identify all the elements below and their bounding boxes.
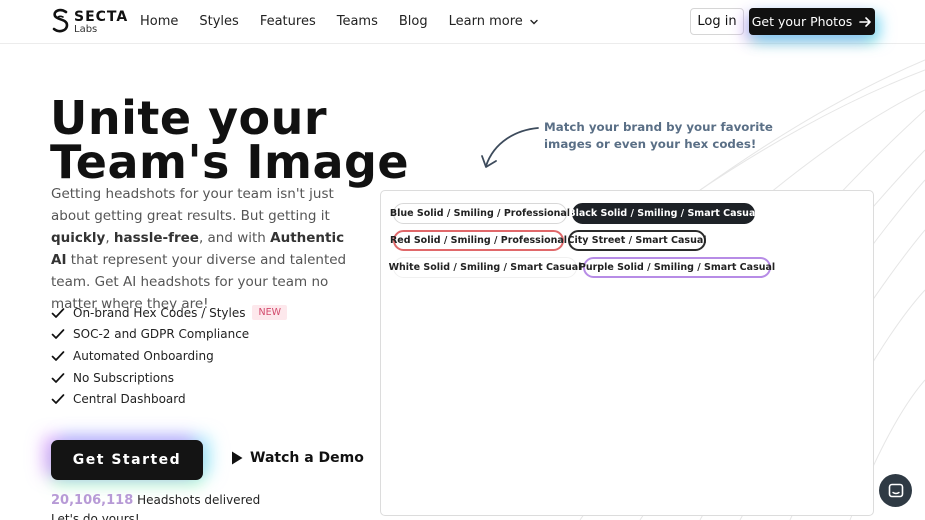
learn-more-label: Learn more <box>448 14 523 29</box>
chat-icon <box>888 483 903 497</box>
nav-item-learn-more[interactable]: Learn more <box>449 14 539 29</box>
feature-item: Central Dashboard <box>51 388 287 410</box>
feature-label: On-brand Hex Codes / Styles <box>73 305 246 320</box>
hero-desc-bold-quickly: quickly <box>51 230 106 246</box>
brand-name: SECTA <box>74 9 129 25</box>
get-your-photos-button[interactable]: Get your Photos <box>749 8 875 35</box>
check-icon <box>51 372 65 383</box>
style-tag-black-solid[interactable]: Black Solid / Smiling / Smart Casual <box>568 203 759 224</box>
new-badge: NEW <box>252 305 287 321</box>
check-icon <box>51 329 65 340</box>
check-icon <box>51 351 65 361</box>
feature-label: SOC-2 and GDPR Compliance <box>73 327 250 342</box>
nav-item-styles[interactable]: Styles <box>199 14 238 29</box>
feature-label: No Subscriptions <box>73 370 174 385</box>
style-tags-panel: Blue Solid / Smiling / Professional Blac… <box>380 190 874 516</box>
feature-item: On-brand Hex Codes / Styles NEW <box>51 302 287 324</box>
brand-sub: Labs <box>74 24 98 35</box>
hero-desc-text-3: , and with <box>198 230 271 246</box>
feature-list: On-brand Hex Codes / Styles NEW SOC-2 an… <box>51 302 287 410</box>
feature-label: Automated Onboarding <box>73 348 214 363</box>
hero-desc-text-1: Getting headshots for your team isn't ju… <box>51 186 334 224</box>
top-navigation-bar: SECTA Labs Home Styles Features Teams Bl… <box>0 0 925 44</box>
play-icon <box>232 451 243 465</box>
nav-item-home[interactable]: Home <box>140 14 178 29</box>
style-tag-white-solid[interactable]: White Solid / Smiling / Smart Casual <box>389 257 581 278</box>
get-started-button[interactable]: Get Started <box>51 440 203 480</box>
style-tag-blue-solid[interactable]: Blue Solid / Smiling / Professional <box>390 203 570 224</box>
nav-item-teams[interactable]: Teams <box>337 14 378 29</box>
watch-demo-label: Watch a Demo <box>250 450 364 466</box>
watch-demo-link[interactable]: Watch a Demo <box>230 450 364 466</box>
style-tag-city-street[interactable]: City Street / Smart Casual <box>568 230 707 251</box>
check-icon <box>51 394 65 405</box>
login-button[interactable]: Log in <box>690 8 744 35</box>
check-icon <box>51 307 65 318</box>
headshots-delivered-stat: 20,106,118 Headshots delivered <box>51 493 260 508</box>
arrow-right-icon <box>859 16 872 27</box>
main-nav: Home Styles Features Teams Blog Learn mo… <box>140 14 560 29</box>
headshots-label: Headshots delivered <box>133 493 261 507</box>
feature-item: No Subscriptions <box>51 367 287 389</box>
hero-desc-bold-hassle-free: hassle-free <box>113 230 199 246</box>
feature-label: Central Dashboard <box>73 392 186 407</box>
feature-item: SOC-2 and GDPR Compliance <box>51 324 287 346</box>
style-tag-red-solid[interactable]: Red Solid / Smiling / Professional <box>390 230 567 251</box>
secta-labs-logo[interactable]: SECTA Labs <box>51 8 128 36</box>
headshots-count: 20,106,118 <box>51 493 134 508</box>
hero-title-line-1: Unite your <box>50 91 328 145</box>
secta-s-logo-icon <box>52 8 69 33</box>
brand-match-note: Match your brand by your favorite images… <box>544 120 773 151</box>
curved-arrow-icon <box>481 127 539 168</box>
chat-launcher-button[interactable] <box>879 474 912 507</box>
style-tag-purple-solid[interactable]: Purple Solid / Smiling / Smart Casual <box>579 257 775 278</box>
nav-item-features[interactable]: Features <box>260 14 316 29</box>
nav-item-blog[interactable]: Blog <box>399 14 428 29</box>
hero-desc-text-2: , <box>105 230 114 246</box>
hero-title-line-2: Team's Image <box>50 135 410 189</box>
get-your-photos-label: Get your Photos <box>751 14 853 29</box>
feature-item: Automated Onboarding <box>51 345 287 367</box>
stats-subtext: Let's do yours! <box>51 512 140 520</box>
hero-description: Getting headshots for your team isn't ju… <box>51 183 356 315</box>
hero-title: Unite your Team's Image <box>50 91 410 189</box>
chevron-down-icon <box>530 19 538 24</box>
